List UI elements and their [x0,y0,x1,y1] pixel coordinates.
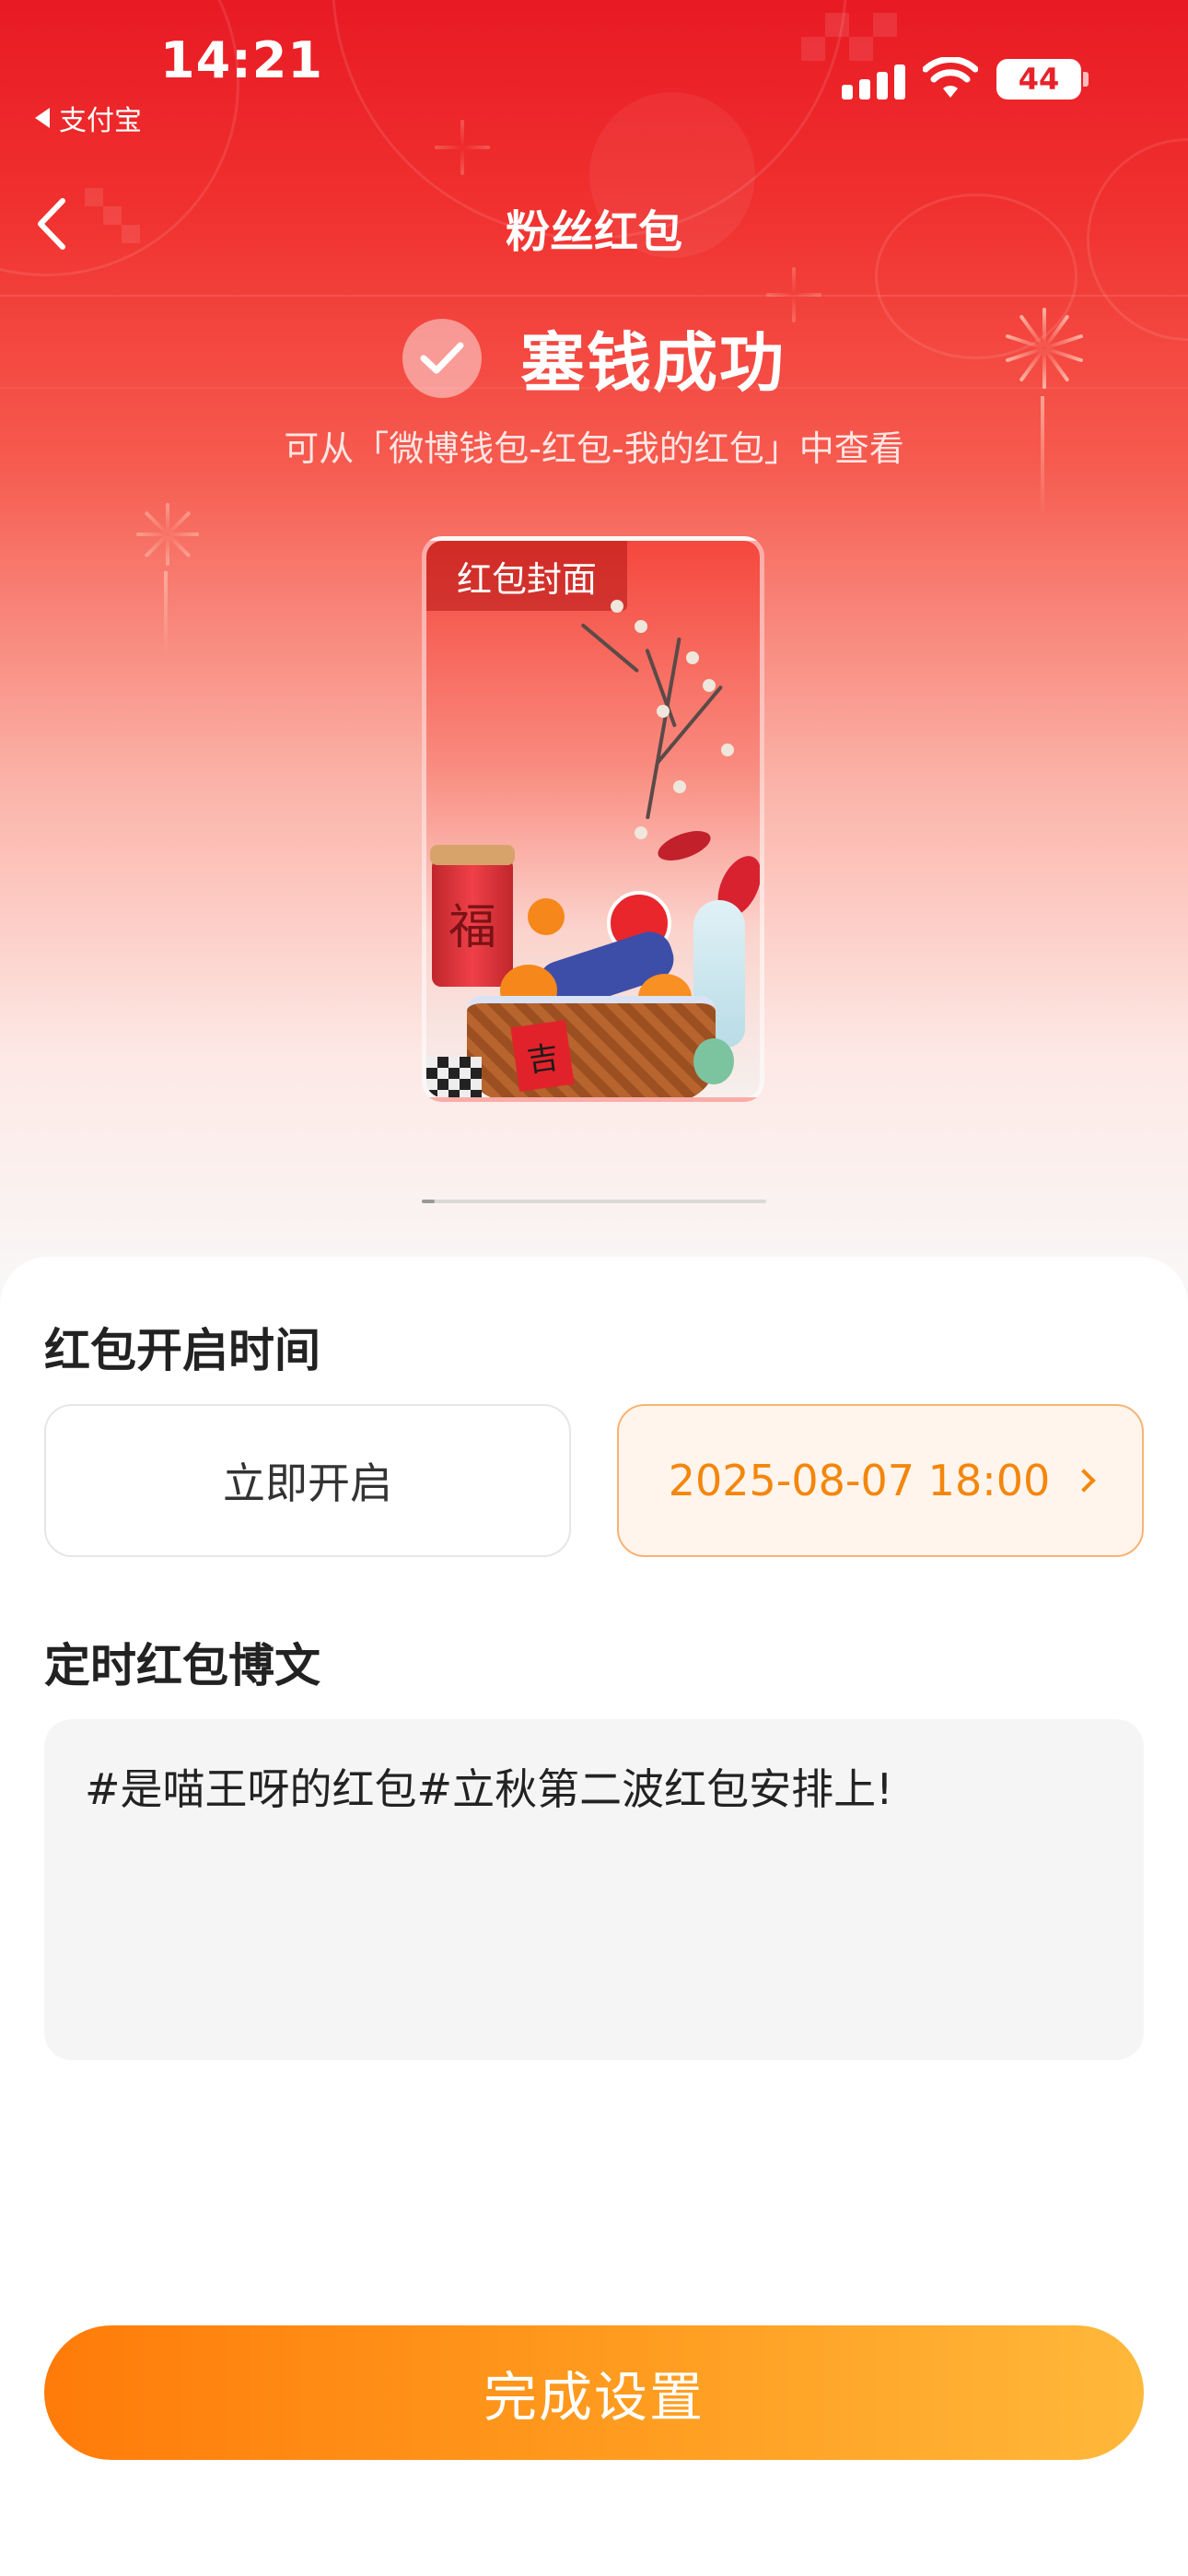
post-text: #是喵王呀的红包#立秋第二波红包安排上! [85,1764,893,1814]
leaf-decoration [654,825,715,867]
cellular-signal-icon [842,64,905,100]
battery-indicator: 44 [996,59,1081,100]
orange-decoration [528,898,565,935]
basket-tag: 吉 [510,1020,575,1092]
page-indicator [422,1200,766,1203]
finish-button-label: 完成设置 [483,2366,705,2429]
tea-can: 福 [432,858,513,987]
check-icon [402,318,482,398]
page-title: 粉丝红包 [505,206,682,258]
success-subtitle: 可从「微博钱包-红包-我的红包」中查看 [284,428,904,469]
finish-settings-button[interactable]: 完成设置 [44,2325,1144,2460]
decor-square [825,13,849,37]
basket-decoration [467,996,716,1097]
decor-square [801,37,825,61]
flower-bud [635,826,647,839]
fu-character: 福 [448,899,496,955]
flower-bud [686,651,699,664]
open-now-option[interactable]: 立即开启 [44,1404,571,1557]
status-time: 14:21 [160,31,323,89]
post-text-field[interactable]: #是喵王呀的红包#立秋第二波红包安排上! [44,1719,1144,2060]
decor-stem [164,571,168,654]
decor-square [873,13,897,37]
post-label: 定时红包博文 [44,1639,320,1692]
gourd-decoration [693,1038,734,1084]
branch-decoration [580,623,640,673]
open-now-label: 立即开启 [223,1458,392,1508]
floor-tiles [426,1057,482,1097]
cover-label: 红包封面 [426,541,627,611]
scheduled-time-option[interactable]: 2025-08-07 18:00 [617,1404,1144,1557]
ji-character: 吉 [524,1038,562,1080]
tea-can-lid [430,845,515,865]
flower-bud [721,744,734,756]
back-triangle-icon [35,108,50,128]
flower-bud [703,679,716,692]
decor-line [0,295,1188,297]
wifi-icon [923,57,978,98]
success-banner: 塞钱成功 [0,311,1188,404]
hero-header: 14:21 支付宝 44 粉丝红包 塞钱成功 可从「微博钱包-红包-我的红包」中… [0,0,1188,1308]
success-title: 塞钱成功 [520,325,786,401]
flower-bud [611,600,623,613]
battery-cap [1083,72,1089,87]
flower-bud [673,780,686,793]
flower-bud [657,705,670,718]
flower-bud [635,620,647,633]
scheduled-time-label: 2025-08-07 18:00 [668,1456,1051,1505]
back-app-label: 支付宝 [59,105,142,137]
open-time-label: 红包开启时间 [44,1324,320,1377]
back-to-app[interactable]: 支付宝 [35,98,142,138]
decor-square [849,37,873,61]
chevron-right-icon [1072,1469,1096,1493]
red-packet-cover[interactable]: 红包封面 福 吉 [422,536,764,1102]
